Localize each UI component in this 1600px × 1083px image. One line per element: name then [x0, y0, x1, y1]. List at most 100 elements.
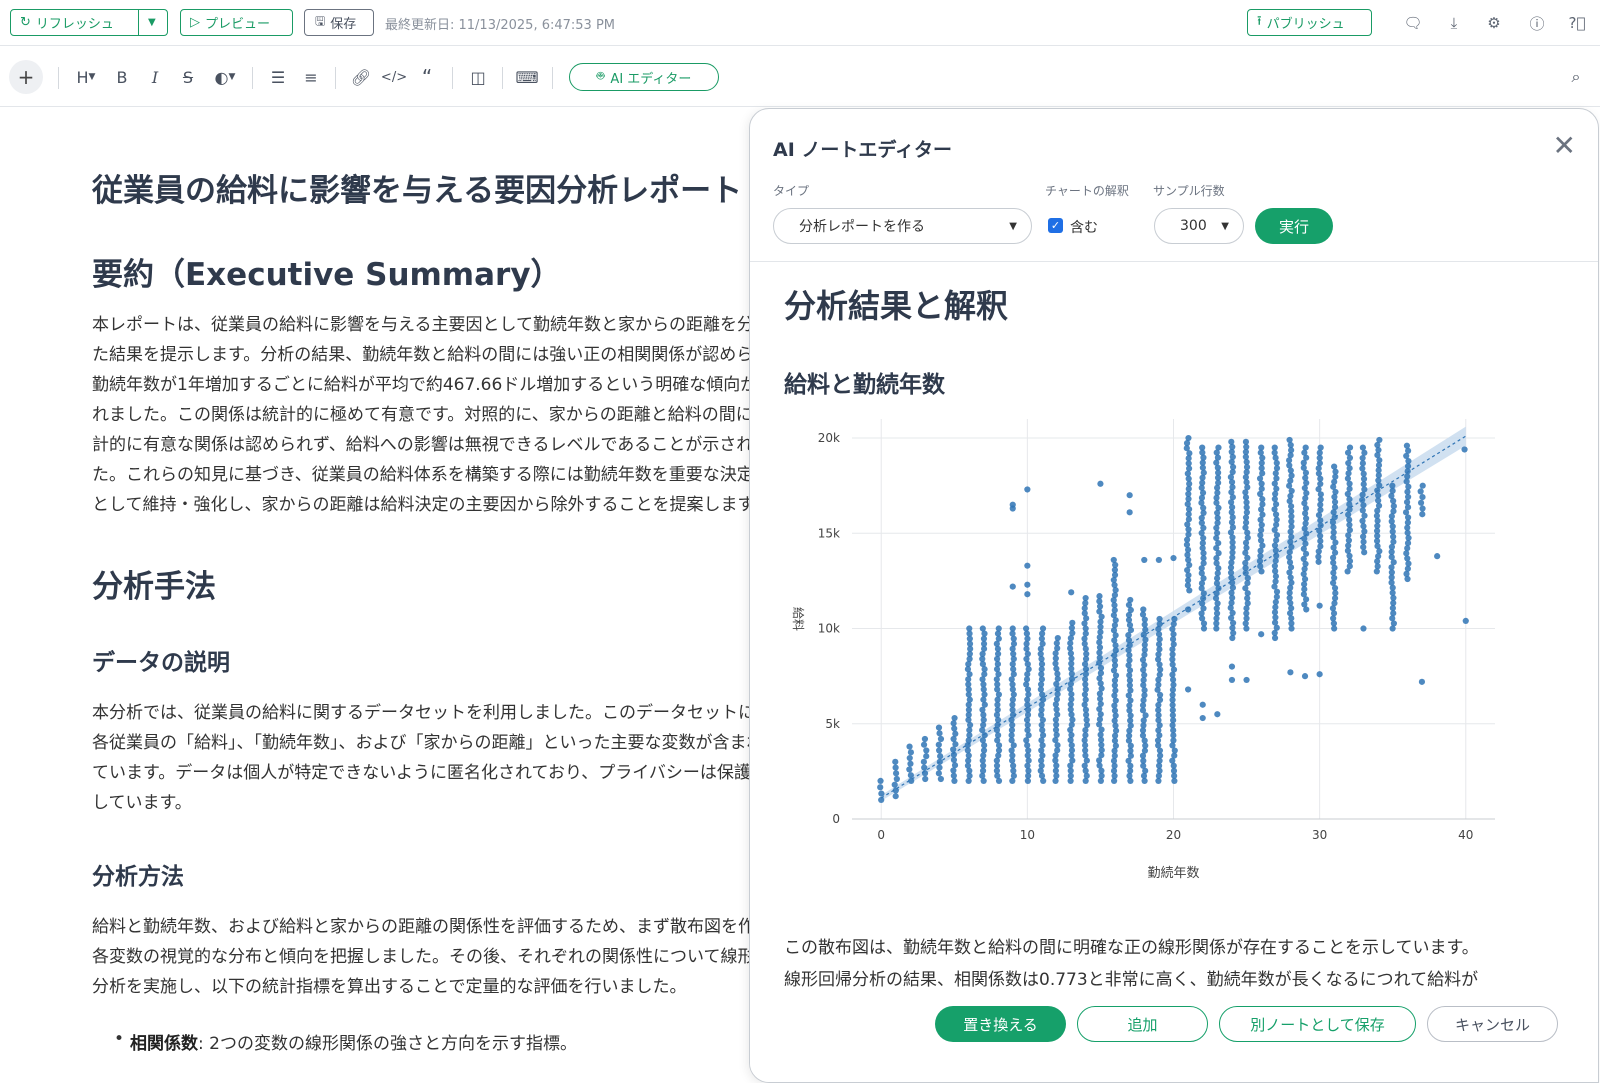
scatter-point	[1228, 676, 1236, 684]
save-button[interactable]: 🖫 保存	[304, 9, 374, 36]
strikethrough-button[interactable]: S	[178, 64, 198, 90]
toolbar-divider	[58, 67, 59, 89]
ai-editor-button[interactable]: 🤖︎ AI エディター	[569, 63, 719, 91]
scatter-point	[1317, 444, 1324, 451]
scatter-point	[1096, 593, 1103, 600]
scatter-point	[922, 775, 929, 783]
gear-icon[interactable]: ⚙	[1482, 11, 1506, 35]
scatter-point	[1461, 446, 1468, 453]
replace-button[interactable]: 置き換える	[935, 1006, 1066, 1042]
scatter-point	[906, 766, 913, 773]
chevron-down-icon: ▼	[88, 72, 96, 82]
close-icon[interactable]: ✕	[1553, 129, 1576, 162]
add-button[interactable]: 追加	[1077, 1006, 1208, 1042]
columns-icon[interactable]: ◫	[467, 64, 489, 90]
scatter-point	[921, 735, 929, 743]
scatter-point	[1316, 602, 1323, 609]
approach-paragraph: 給料と勤続年数、および給料と家からの距離の関係性を評価するため、まず散布図を作成…	[92, 912, 752, 1002]
scatter-point	[966, 625, 973, 632]
scatter-point	[907, 772, 914, 779]
include-checkbox[interactable]: ✓	[1048, 218, 1063, 233]
code-icon[interactable]: </>	[381, 64, 407, 90]
scatter-point	[1434, 553, 1441, 560]
scatter-point	[951, 777, 958, 785]
link-icon[interactable]: 🔗︎	[350, 64, 372, 90]
summary-line: 本レポートは、従業員の給料に影響を与える主要因として勤続年数と家からの距離を分析…	[92, 315, 752, 335]
bullet-list-icon[interactable]: ☰	[267, 64, 289, 90]
publish-button[interactable]: ⭱ パブリッシュ	[1247, 9, 1372, 36]
refresh-label: リフレッシュ	[35, 17, 114, 32]
run-button[interactable]: 実行	[1255, 208, 1333, 244]
info-icon[interactable]: ⓘ	[1525, 11, 1549, 35]
approach-line: 給料と勤続年数、および給料と家からの距離の関係性を評価するため、まず散布図を作成…	[92, 917, 752, 937]
scatter-point	[1376, 436, 1383, 444]
bold-button[interactable]: B	[112, 64, 132, 90]
scatter-point	[1024, 591, 1031, 598]
ai-editor-label: AI エディター	[610, 71, 692, 87]
refresh-dropdown-caret-icon[interactable]: ▼	[139, 17, 165, 28]
add-block-button[interactable]: +	[9, 60, 43, 94]
list-item: • 相関係数: 2つの変数の線形関係の強さと方向を示す指標。	[114, 1029, 577, 1054]
type-select[interactable]: 分析レポートを作る ▼	[773, 208, 1032, 244]
y-axis-title: 給料	[791, 607, 805, 631]
scatter-point	[1301, 673, 1309, 680]
scatter-point	[907, 760, 914, 767]
scatter-point	[1404, 575, 1411, 583]
scatter-point	[1419, 505, 1426, 512]
scatter-point	[1243, 676, 1250, 684]
scatter-point	[1405, 447, 1412, 454]
scatter-points	[877, 434, 1469, 804]
numbered-list-icon[interactable]: ≡	[300, 64, 322, 90]
help-icon[interactable]: ?⃝	[1565, 11, 1589, 35]
scatter-point	[1417, 499, 1425, 506]
scatter-point	[907, 749, 915, 756]
scatter-point	[892, 770, 900, 777]
scatter-point	[1315, 465, 1322, 472]
result-line: この散布図は、勤続年数と給料の間に明確な正の線形関係が存在することを示しています…	[784, 938, 1479, 958]
y-tick-label: 15k	[818, 526, 840, 540]
scatter-point	[877, 784, 884, 791]
scatter-point	[1360, 533, 1367, 540]
bullet-dot: •	[114, 1029, 125, 1049]
preview-button[interactable]: ▷ プレビュー	[180, 9, 293, 36]
scatter-point	[1009, 660, 1016, 668]
scatter-point	[1317, 517, 1324, 524]
scatter-point	[1360, 625, 1367, 632]
keyboard-icon[interactable]: ⌨	[515, 64, 539, 90]
cancel-button[interactable]: キャンセル	[1427, 1006, 1558, 1042]
scatter-point	[1024, 581, 1031, 588]
search-icon[interactable]: ⌕	[1565, 64, 1587, 90]
color-palette-button[interactable]: ◐ ▼	[210, 64, 240, 90]
scatter-point	[1361, 486, 1368, 493]
scatter-point	[1403, 498, 1411, 506]
x-tick-label: 30	[1312, 828, 1327, 842]
result-subheading: 給料と勤続年数	[784, 372, 945, 398]
italic-button[interactable]: I	[145, 64, 165, 90]
scatter-point	[1317, 532, 1324, 539]
save-as-note-button[interactable]: 別ノートとして保存	[1219, 1006, 1416, 1042]
download-icon[interactable]: ⤓	[1442, 11, 1466, 35]
document-title: 従業員の給料に影響を与える要因分析レポート	[92, 173, 743, 209]
scatter-point	[1272, 454, 1279, 461]
result-paragraph: この散布図は、勤続年数と給料の間に明確な正の線形関係が存在することを示しています…	[784, 932, 1574, 996]
scatter-point	[1025, 732, 1032, 739]
quote-icon[interactable]: “	[416, 64, 438, 90]
comment-icon[interactable]: 🗨	[1401, 11, 1425, 35]
sample-rows-select[interactable]: 300 ▼	[1154, 208, 1244, 244]
top-bar: ↻ リフレッシュ ▼ ▷ プレビュー 🖫 保存 最終更新日: 11/13/202…	[0, 0, 1600, 46]
scatter-point	[1127, 596, 1134, 604]
scatter-point	[893, 775, 900, 783]
scatter-point	[1170, 554, 1177, 562]
scatter-point	[1272, 547, 1279, 554]
heading-button[interactable]: H ▼	[72, 64, 100, 90]
scatter-point	[1067, 680, 1075, 688]
scatter-point	[1098, 685, 1105, 692]
scatter-point	[937, 735, 945, 743]
scatter-point	[906, 743, 913, 750]
scatter-point	[1009, 625, 1016, 632]
scatter-point	[1302, 444, 1309, 451]
scatter-point	[1271, 562, 1278, 570]
scatter-point	[1272, 470, 1279, 477]
publish-label: パブリッシュ	[1266, 17, 1345, 32]
refresh-split-button[interactable]: ↻ リフレッシュ ▼	[10, 9, 168, 36]
